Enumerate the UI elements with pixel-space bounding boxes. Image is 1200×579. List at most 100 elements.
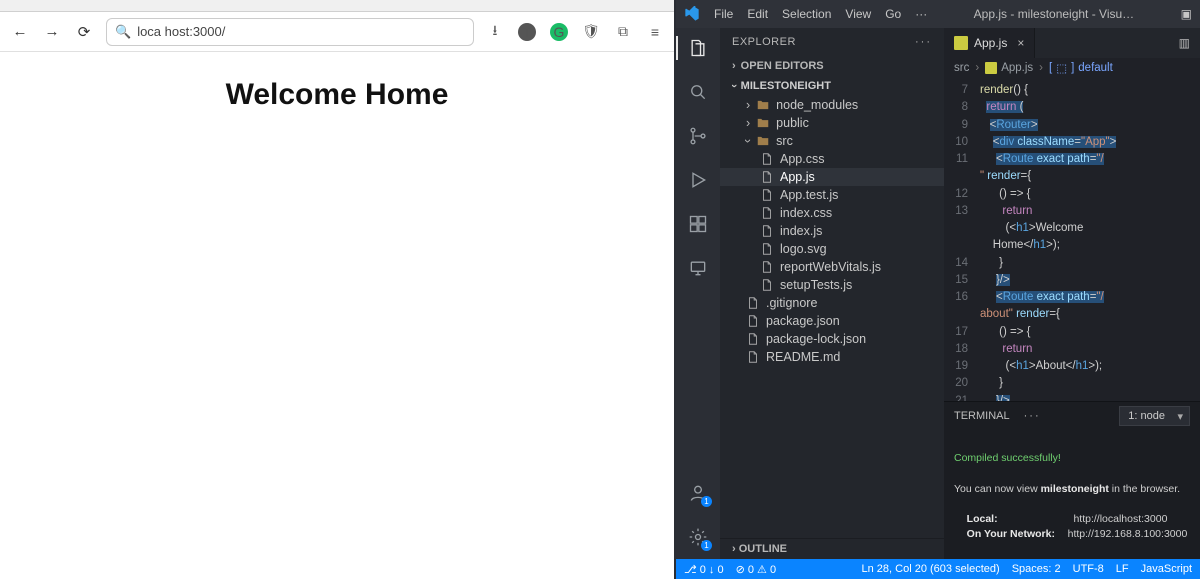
tree-item-label: public <box>776 116 809 130</box>
titlebar: File Edit Selection View Go ··· App.js -… <box>676 0 1200 28</box>
folder-item[interactable]: public <box>720 114 944 132</box>
code-editor[interactable]: 7891011 1213 141516 17181920212223242526… <box>944 78 1200 401</box>
file-item[interactable]: setupTests.js <box>720 276 944 294</box>
file-icon <box>760 224 774 238</box>
file-item[interactable]: package.json <box>720 312 944 330</box>
file-icon <box>746 296 760 310</box>
run-debug-icon[interactable] <box>686 168 710 192</box>
folder-icon <box>756 116 770 130</box>
status-problems[interactable]: ⊘ 0 ⚠ 0 <box>736 563 776 576</box>
file-item[interactable]: logo.svg <box>720 240 944 258</box>
status-cursor[interactable]: Ln 28, Col 20 (603 selected) <box>862 563 1000 575</box>
status-encoding[interactable]: UTF-8 <box>1073 563 1104 575</box>
terminal-tab-label[interactable]: TERMINAL <box>954 410 1010 422</box>
download-icon[interactable]: ⭳ <box>486 23 504 41</box>
breadcrumb[interactable]: src › App.js › [⬚] default <box>944 58 1200 78</box>
tree-item-label: package.json <box>766 314 840 328</box>
browser-window: ← → ⟳ 🔍 loca host:3000/ ⭳ T G 🛡 ⧉ ≡ Welc… <box>0 0 676 579</box>
tab-app-js[interactable]: App.js × <box>944 28 1035 58</box>
extension-icon[interactable]: ⧉ <box>614 23 632 41</box>
status-spaces[interactable]: Spaces: 2 <box>1012 563 1061 575</box>
outline-section[interactable]: OUTLINE <box>720 538 944 559</box>
terminal-shell-select[interactable]: 1: node <box>1119 406 1190 426</box>
tree-item-label: App.js <box>780 170 815 184</box>
menu-go[interactable]: Go <box>885 7 901 21</box>
file-item[interactable]: index.css <box>720 204 944 222</box>
file-icon <box>760 242 774 256</box>
folder-item[interactable]: node_modules <box>720 96 944 114</box>
gear-icon[interactable] <box>686 525 710 549</box>
tree-item-label: reportWebVitals.js <box>780 260 881 274</box>
hamburger-icon[interactable]: ≡ <box>646 23 664 41</box>
back-button[interactable]: ← <box>10 22 30 42</box>
reload-button[interactable]: ⟳ <box>74 22 94 42</box>
status-git[interactable]: ⎇ 0 ↓ 0 <box>684 563 724 576</box>
crumb-folder: src <box>954 62 969 74</box>
tree-item-label: App.css <box>780 152 824 166</box>
menu-file[interactable]: File <box>714 7 733 21</box>
editor-tabs: App.js × ▥ <box>944 28 1200 58</box>
tree-item-label: setupTests.js <box>780 278 852 292</box>
file-item[interactable]: README.md <box>720 348 944 366</box>
tree-item-label: index.css <box>780 206 832 220</box>
folder-item[interactable]: src <box>720 132 944 150</box>
editor-group: App.js × ▥ src › App.js › [⬚] default 78… <box>944 28 1200 559</box>
extension-t-icon[interactable]: T <box>518 23 536 41</box>
grammarly-icon[interactable]: G <box>550 23 568 41</box>
terminal-panel: TERMINAL ··· 1: node Compiled successful… <box>944 401 1200 559</box>
forward-button[interactable]: → <box>42 22 62 42</box>
file-item[interactable]: App.css <box>720 150 944 168</box>
file-icon <box>760 278 774 292</box>
vscode-window: File Edit Selection View Go ··· App.js -… <box>676 0 1200 579</box>
file-icon <box>760 206 774 220</box>
file-item[interactable]: .gitignore <box>720 294 944 312</box>
extensions-icon[interactable] <box>686 212 710 236</box>
crumb-file: App.js <box>985 62 1033 74</box>
search-icon[interactable] <box>686 80 710 104</box>
status-eol[interactable]: LF <box>1116 563 1129 575</box>
tree-item-label: index.js <box>780 224 822 238</box>
menu-view[interactable]: View <box>845 7 871 21</box>
terminal-output[interactable]: Compiled successfully! You can now view … <box>944 430 1200 559</box>
folder-icon <box>756 98 770 112</box>
explorer-sidebar: EXPLORER ··· OPEN EDITORS MILESTONEIGHT … <box>720 28 944 559</box>
split-editor-icon[interactable]: ▥ <box>1169 36 1200 50</box>
window-controls: ▣ <box>1181 7 1192 21</box>
file-icon <box>760 152 774 166</box>
menu-edit[interactable]: Edit <box>747 7 768 21</box>
file-icon <box>760 260 774 274</box>
tab-label: App.js <box>974 36 1007 50</box>
line-gutter: 7891011 1213 141516 17181920212223242526… <box>944 78 974 401</box>
vscode-logo-icon <box>684 6 700 22</box>
remote-icon[interactable] <box>686 256 710 280</box>
terminal-more-icon[interactable]: ··· <box>1024 410 1041 422</box>
project-root[interactable]: MILESTONEIGHT <box>720 76 944 96</box>
menu-overflow[interactable]: ··· <box>915 7 927 21</box>
file-icon <box>746 314 760 328</box>
crumb-symbol: [⬚] default <box>1049 61 1113 75</box>
open-editors-section[interactable]: OPEN EDITORS <box>720 56 944 76</box>
terminal-tabs: TERMINAL ··· 1: node <box>944 402 1200 430</box>
file-item[interactable]: index.js <box>720 222 944 240</box>
close-icon[interactable]: × <box>1017 36 1024 50</box>
folder-icon <box>756 134 770 148</box>
file-icon <box>760 188 774 202</box>
file-item[interactable]: package-lock.json <box>720 330 944 348</box>
code-content: render() { return ( <Router> <div classN… <box>974 78 1200 401</box>
activity-bar <box>676 28 720 559</box>
layout-icon[interactable]: ▣ <box>1181 7 1192 21</box>
shield-icon[interactable]: 🛡 <box>582 23 600 41</box>
url-bar[interactable]: 🔍 loca host:3000/ <box>106 18 474 46</box>
menu-selection[interactable]: Selection <box>782 7 831 21</box>
file-item[interactable]: App.js <box>720 168 944 186</box>
file-item[interactable]: reportWebVitals.js <box>720 258 944 276</box>
file-icon <box>746 350 760 364</box>
sidebar-more-icon[interactable]: ··· <box>915 36 932 48</box>
explorer-icon[interactable] <box>686 36 710 60</box>
file-icon <box>746 332 760 346</box>
status-bar: ⎇ 0 ↓ 0 ⊘ 0 ⚠ 0 Ln 28, Col 20 (603 selec… <box>676 559 1200 579</box>
accounts-icon[interactable] <box>686 481 710 505</box>
source-control-icon[interactable] <box>686 124 710 148</box>
status-language[interactable]: JavaScript <box>1141 563 1192 575</box>
file-item[interactable]: App.test.js <box>720 186 944 204</box>
